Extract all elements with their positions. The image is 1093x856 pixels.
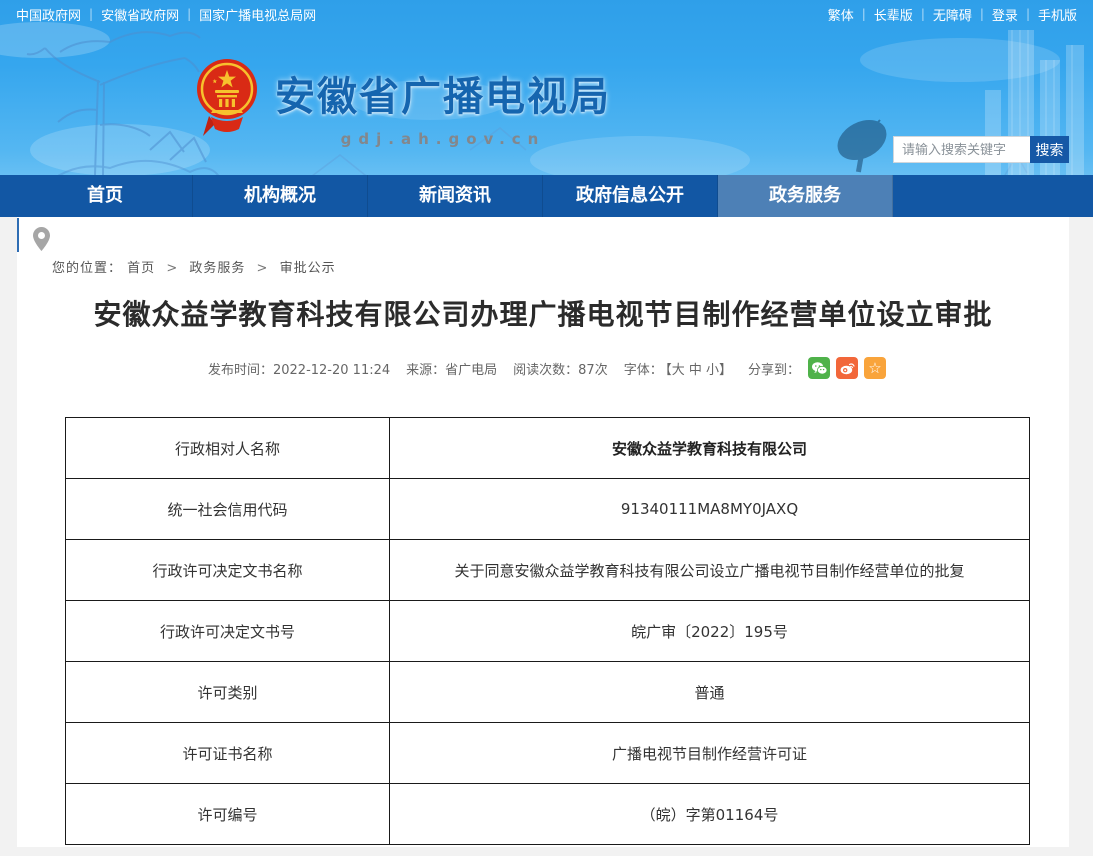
breadcrumb-prefix: 您的位置： [52, 261, 122, 276]
table-row: 许可证书名称 广播电视节目制作经营许可证 [66, 723, 1030, 784]
row-label: 许可类别 [66, 662, 390, 723]
site-url: gdj.ah.gov.cn [275, 130, 611, 148]
link-china-gov[interactable]: 中国政府网 [16, 5, 81, 24]
share-label: 分享到： [748, 359, 800, 378]
font-size-options[interactable]: 【大 中 小】 [659, 359, 732, 378]
article-meta: 发布时间：2022-12-20 11:24 来源：省广电局 阅读次数：87次 字… [17, 357, 1069, 379]
search-button[interactable]: 搜索 [1030, 136, 1069, 163]
location-pin-icon [33, 227, 50, 251]
table-row: 行政相对人名称 安徽众益学教育科技有限公司 [66, 418, 1030, 479]
search-input[interactable] [893, 136, 1030, 163]
separator: | [1026, 7, 1030, 21]
site-name[interactable]: 安徽省广播电视局 [275, 64, 611, 122]
site-logo[interactable]: 安徽省广播电视局 gdj.ah.gov.cn [195, 58, 611, 148]
breadcrumb-separator: > [257, 261, 269, 276]
link-accessibility[interactable]: 无障碍 [933, 5, 972, 24]
share-weibo-icon[interactable] [836, 357, 858, 379]
table-row: 行政许可决定文书号 皖广审〔2022〕195号 [66, 601, 1030, 662]
breadcrumb-home[interactable]: 首页 [127, 261, 155, 276]
link-senior-version[interactable]: 长辈版 [874, 5, 913, 24]
breadcrumb-separator: > [166, 261, 178, 276]
link-traditional-chinese[interactable]: 繁体 [828, 5, 854, 24]
source: 来源：省广电局 [406, 359, 497, 378]
link-login[interactable]: 登录 [992, 5, 1018, 24]
link-nrta[interactable]: 国家广播电视总局网 [199, 5, 316, 24]
breadcrumb-approval-publicity[interactable]: 审批公示 [280, 261, 336, 276]
row-value: 皖广审〔2022〕195号 [390, 601, 1030, 662]
site-search: 搜索 [893, 136, 1069, 163]
utility-links: 繁体 | 长辈版 | 无障碍 | 登录 | 手机版 [828, 5, 1077, 24]
nav-item-gov-services[interactable]: 政务服务 [718, 175, 893, 217]
main-content: 您的位置： 首页 > 政务服务 > 审批公示 安徽众益学教育科技有限公司办理广播… [17, 217, 1069, 847]
nav-item-news[interactable]: 新闻资讯 [368, 175, 543, 217]
nav-item-organization[interactable]: 机构概况 [193, 175, 368, 217]
article-title: 安徽众益学教育科技有限公司办理广播电视节目制作经营单位设立审批 [17, 293, 1069, 333]
row-value: 普通 [390, 662, 1030, 723]
row-label: 行政许可决定文书号 [66, 601, 390, 662]
row-label: 行政相对人名称 [66, 418, 390, 479]
license-info-table: 行政相对人名称 安徽众益学教育科技有限公司 统一社会信用代码 91340111M… [65, 417, 1030, 845]
site-title-block: 安徽省广播电视局 gdj.ah.gov.cn [275, 58, 611, 148]
breadcrumb-gov-services[interactable]: 政务服务 [189, 261, 245, 276]
link-mobile-version[interactable]: 手机版 [1038, 5, 1077, 24]
satellite-dish-art [831, 112, 894, 172]
table-row: 行政许可决定文书名称 关于同意安徽众益学教育科技有限公司设立广播电视节目制作经营… [66, 540, 1030, 601]
table-row: 许可编号 （皖）字第01164号 [66, 784, 1030, 845]
table-row: 许可类别 普通 [66, 662, 1030, 723]
row-value: 安徽众益学教育科技有限公司 [390, 418, 1030, 479]
share-more-star-icon[interactable]: ☆ [864, 357, 886, 379]
row-value: （皖）字第01164号 [390, 784, 1030, 845]
separator: | [921, 7, 925, 21]
separator: | [89, 7, 93, 21]
main-navigation: 首页 机构概况 新闻资讯 政府信息公开 政务服务 [0, 175, 1093, 217]
separator: | [187, 7, 191, 21]
row-value: 关于同意安徽众益学教育科技有限公司设立广播电视节目制作经营单位的批复 [390, 540, 1030, 601]
breadcrumb: 您的位置： 首页 > 政务服务 > 审批公示 [52, 257, 336, 276]
view-count: 阅读次数：87次 [513, 359, 608, 378]
link-anhui-gov[interactable]: 安徽省政府网 [101, 5, 179, 24]
separator: | [862, 7, 866, 21]
row-value: 91340111MA8MY0JAXQ [390, 479, 1030, 540]
left-accent-bar [17, 218, 19, 252]
star-glyph: ☆ [868, 361, 881, 376]
page-bottom-gutter [0, 847, 1093, 856]
national-emblem-icon [195, 58, 259, 138]
separator: | [980, 7, 984, 21]
gov-site-links: 中国政府网 | 安徽省政府网 | 国家广播电视总局网 [16, 5, 316, 24]
font-size-label: 字体： [624, 359, 663, 378]
nav-item-gov-info[interactable]: 政府信息公开 [543, 175, 718, 217]
row-value: 广播电视节目制作经营许可证 [390, 723, 1030, 784]
publish-time: 发布时间：2022-12-20 11:24 [208, 359, 390, 378]
table-row: 统一社会信用代码 91340111MA8MY0JAXQ [66, 479, 1030, 540]
row-label: 统一社会信用代码 [66, 479, 390, 540]
row-label: 行政许可决定文书名称 [66, 540, 390, 601]
row-label: 许可编号 [66, 784, 390, 845]
top-utility-bar: 中国政府网 | 安徽省政府网 | 国家广播电视总局网 繁体 | 长辈版 | 无障… [0, 0, 1093, 28]
share-wechat-icon[interactable] [808, 357, 830, 379]
nav-item-home[interactable]: 首页 [18, 175, 193, 217]
row-label: 许可证书名称 [66, 723, 390, 784]
